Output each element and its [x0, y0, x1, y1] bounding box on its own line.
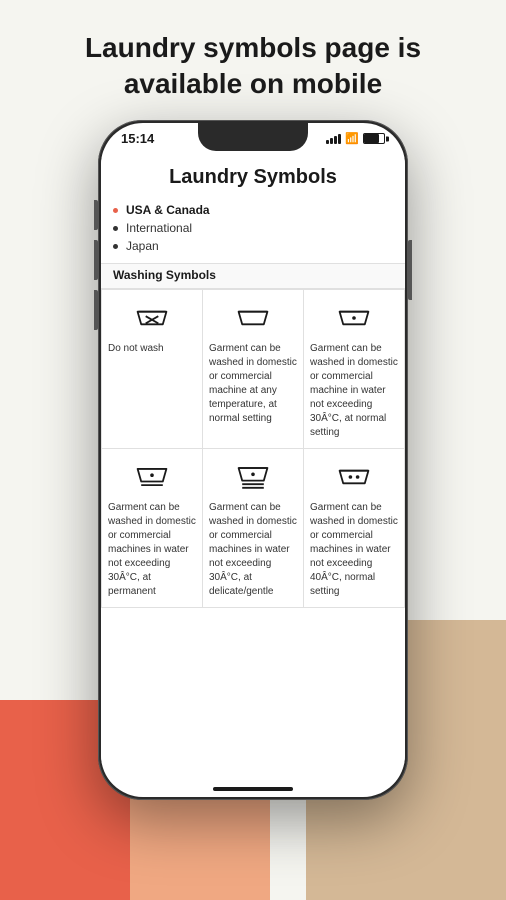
wash-30-normal-text: Garment can be washed in domestic or com…: [310, 342, 398, 440]
app-content[interactable]: Laundry Symbols USA & Canada Internation…: [101, 150, 405, 784]
nav-label-usa: USA & Canada: [126, 203, 210, 217]
symbol-cell-do-not-wash: Do not wash: [102, 290, 203, 449]
nav-item-international[interactable]: International: [113, 219, 393, 237]
status-icons: 📶: [326, 132, 385, 145]
do-not-wash-text: Do not wash: [108, 342, 196, 356]
nav-item-japan[interactable]: Japan: [113, 237, 393, 255]
nav-dot-japan: [113, 244, 118, 249]
symbol-cell-wash-30-perm: Garment can be washed in domestic or com…: [102, 449, 203, 608]
wash-30-delicate-text: Garment can be washed in domestic or com…: [209, 501, 297, 599]
nav-dot-usa: [113, 208, 118, 213]
nav-label-international: International: [126, 221, 192, 235]
battery-icon: [363, 133, 385, 144]
nav-label-japan: Japan: [126, 239, 159, 253]
app-title: Laundry Symbols: [113, 166, 393, 189]
section-header: Washing Symbols: [101, 263, 405, 289]
wifi-icon: 📶: [345, 132, 359, 145]
nav-tabs: USA & Canada International Japan: [101, 197, 405, 263]
nav-dot-international: [113, 226, 118, 231]
volume-down-button: [94, 290, 98, 330]
status-time: 15:14: [121, 131, 154, 146]
symbols-table: Do not wash Garment can be washed in dom…: [101, 289, 405, 608]
wash-40-normal-text: Garment can be washed in domestic or com…: [310, 501, 398, 599]
home-indicator: [213, 787, 293, 791]
signal-icon: [326, 134, 341, 144]
volume-up-button: [94, 240, 98, 280]
page-title: Laundry symbols page is available on mob…: [0, 0, 506, 123]
wash-30-perm-icon: [108, 457, 196, 497]
symbol-cell-wash-30-normal: Garment can be washed in domestic or com…: [304, 290, 405, 449]
symbols-row-1: Do not wash Garment can be washed in dom…: [102, 290, 405, 449]
power-button: [408, 240, 412, 300]
wash-30-delicate-icon: [209, 457, 297, 497]
symbol-cell-wash-any: Garment can be washed in domestic or com…: [203, 290, 304, 449]
wash-any-icon: [209, 298, 297, 338]
symbol-cell-wash-30-delicate: Garment can be washed in domestic or com…: [203, 449, 304, 608]
mute-button: [94, 200, 98, 230]
wash-30-normal-icon: [310, 298, 398, 338]
nav-item-usa[interactable]: USA & Canada: [113, 201, 393, 219]
wash-40-normal-icon: [310, 457, 398, 497]
phone-screen: 15:14 📶 Laundry Symbo: [101, 123, 405, 797]
wash-any-text: Garment can be washed in domestic or com…: [209, 342, 297, 426]
symbol-cell-wash-40-normal: Garment can be washed in domestic or com…: [304, 449, 405, 608]
phone-frame: 15:14 📶 Laundry Symbo: [98, 120, 408, 800]
phone-mockup: 15:14 📶 Laundry Symbo: [98, 120, 408, 800]
wash-30-perm-text: Garment can be washed in domestic or com…: [108, 501, 196, 599]
symbols-row-2: Garment can be washed in domestic or com…: [102, 449, 405, 608]
do-not-wash-icon: [108, 298, 196, 338]
phone-notch: [198, 123, 308, 151]
app-header: Laundry Symbols: [101, 150, 405, 197]
